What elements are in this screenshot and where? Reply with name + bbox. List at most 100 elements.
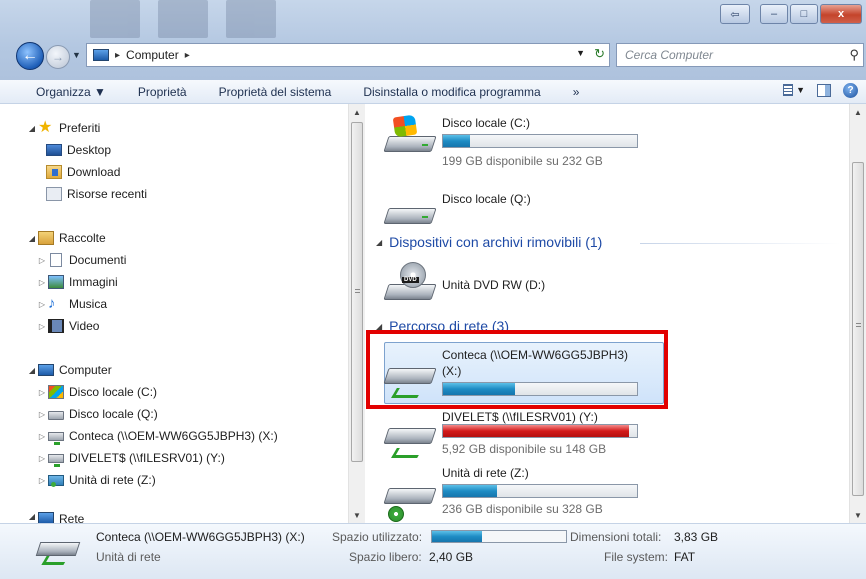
content-scrollbar[interactable]: ▲ ▼ <box>849 104 866 523</box>
download-folder-icon <box>46 165 62 179</box>
refresh-icon[interactable]: ↻ <box>594 46 605 62</box>
tree-item-desktop[interactable]: Desktop <box>46 140 111 160</box>
tree-item-drive-q[interactable]: ▷ Disco locale (Q:) <box>36 404 158 424</box>
music-icon: ♪ <box>48 295 56 312</box>
tree-label: Musica <box>69 297 108 311</box>
collapse-arrow-icon[interactable]: ◢ <box>26 366 38 375</box>
tree-label: Download <box>67 165 121 179</box>
used-space-label: Spazio utilizzato: <box>332 530 423 544</box>
recent-places-icon <box>46 187 62 201</box>
collapse-arrow-icon[interactable]: ◢ <box>26 124 38 133</box>
details-type: Unità di rete <box>96 550 161 564</box>
change-view-button[interactable]: ▼ <box>783 82 805 98</box>
collapse-arrow-icon[interactable]: ◢ <box>376 238 382 247</box>
scrollbar-thumb[interactable] <box>351 122 363 462</box>
close-button[interactable]: x <box>820 4 862 24</box>
minimize-button[interactable]: – <box>760 4 788 24</box>
breadcrumb-separator-icon[interactable]: ▸ <box>185 50 190 61</box>
search-input[interactable]: Cerca Computer ⚲ <box>616 43 864 67</box>
breadcrumb-computer[interactable]: Computer <box>126 48 179 62</box>
aux-window-button[interactable]: ⇦ <box>720 4 750 24</box>
preview-pane-icon[interactable] <box>817 83 831 97</box>
expand-arrow-icon[interactable]: ▷ <box>36 388 48 397</box>
system-properties-button[interactable]: Proprietà del sistema <box>203 85 348 99</box>
expand-arrow-icon[interactable]: ▷ <box>36 454 48 463</box>
tree-network[interactable]: ◢ Rete <box>26 512 84 523</box>
tree-label: DIVELET$ (\\fILESRV01) (Y:) <box>69 451 225 465</box>
tree-favorites[interactable]: ◢ ★ Preferiti <box>26 118 100 138</box>
navigation-pane: ◢ ★ Preferiti Desktop Download Risorse r… <box>0 104 365 523</box>
file-system-label: File system: <box>604 550 669 564</box>
tree-item-documents[interactable]: ▷ Documenti <box>36 250 126 270</box>
scrollbar-thumb[interactable] <box>852 162 864 496</box>
tree-item-music[interactable]: ▷ ♪ Musica <box>36 294 107 314</box>
total-size-value: 3,83 GB <box>674 530 719 544</box>
scroll-down-icon[interactable]: ▼ <box>349 507 365 523</box>
address-bar[interactable]: ▸ Computer ▸ ▼ ↻ <box>86 43 610 67</box>
scroll-up-icon[interactable]: ▲ <box>349 104 365 120</box>
usage-bar <box>442 484 638 498</box>
drive-name: Unità di rete (Z:) <box>442 466 529 480</box>
tree-item-recent[interactable]: Risorse recenti <box>46 184 147 204</box>
collapse-arrow-icon[interactable]: ◢ <box>26 512 38 521</box>
history-dropdown-icon[interactable]: ▼ <box>72 50 81 60</box>
expand-arrow-icon[interactable]: ▷ <box>36 432 48 441</box>
group-divider <box>640 243 840 244</box>
collapse-arrow-icon[interactable]: ◢ <box>26 234 38 243</box>
tree-item-pictures[interactable]: ▷ Immagini <box>36 272 118 292</box>
expand-arrow-icon[interactable]: ▷ <box>36 322 48 331</box>
usage-bar <box>442 424 638 438</box>
tree-label: Raccolte <box>59 231 106 245</box>
view-dropdown-icon[interactable]: ▼ <box>796 85 805 95</box>
tree-label: Rete <box>59 512 85 523</box>
expand-arrow-icon[interactable]: ▷ <box>36 476 48 485</box>
tree-item-drive-y[interactable]: ▷ DIVELET$ (\\fILESRV01) (Y:) <box>36 448 225 468</box>
organize-button[interactable]: Organizza ▼ <box>0 85 122 99</box>
tree-label: Preferiti <box>59 121 101 135</box>
address-dropdown-icon[interactable]: ▼ <box>576 48 585 58</box>
expand-arrow-icon[interactable]: ▷ <box>36 278 48 287</box>
pictures-icon <box>48 275 64 289</box>
network-location-icon <box>383 482 437 522</box>
tree-label: Risorse recenti <box>67 187 148 201</box>
documents-icon <box>50 253 62 267</box>
forward-button[interactable]: → <box>46 45 70 69</box>
scroll-up-icon[interactable]: ▲ <box>850 104 866 120</box>
uninstall-program-button[interactable]: Disinstalla o modifica programma <box>347 85 556 99</box>
drive-tile-c[interactable]: Disco locale (C:) 199 GB disponibile su … <box>366 110 656 170</box>
dvd-tile[interactable]: Unità DVD RW (D:) <box>366 258 656 318</box>
group-header-removable[interactable]: ◢ Dispositivi con archivi rimovibili (1) <box>376 234 602 250</box>
expand-arrow-icon[interactable]: ▷ <box>36 410 48 419</box>
help-icon[interactable]: ? <box>843 82 858 98</box>
tree-label: Computer <box>59 363 112 377</box>
network-tile-z[interactable]: Unità di rete (Z:) 236 GB disponibile su… <box>366 462 656 522</box>
search-icon[interactable]: ⚲ <box>849 47 859 63</box>
breadcrumb-separator-icon[interactable]: ▸ <box>115 50 120 61</box>
tree-item-download[interactable]: Download <box>46 162 120 182</box>
back-button[interactable]: ← <box>16 42 44 70</box>
tree-item-drive-x[interactable]: ▷ Conteca (\\OEM-WW6GG5JBPH3) (X:) <box>36 426 278 446</box>
maximize-button[interactable]: □ <box>790 4 818 24</box>
network-tile-y[interactable]: DIVELET$ (\\fILESRV01) (Y:) 5,92 GB disp… <box>366 402 656 462</box>
tree-item-drive-z[interactable]: ▷ Unità di rete (Z:) <box>36 470 156 490</box>
desktop-icon <box>46 144 62 156</box>
expand-arrow-icon[interactable]: ▷ <box>36 300 48 309</box>
drive-name: DIVELET$ (\\fILESRV01) (Y:) <box>442 410 598 424</box>
file-system-value: FAT <box>674 550 696 564</box>
hard-drive-icon <box>383 202 437 226</box>
tree-item-video[interactable]: ▷ Video <box>36 316 99 336</box>
computer-icon <box>38 364 54 376</box>
tree-computer[interactable]: ◢ Computer <box>26 360 112 380</box>
more-commands-button[interactable]: » <box>557 85 596 99</box>
navigation-scrollbar[interactable]: ▲ ▼ <box>348 104 365 523</box>
grip-icon <box>856 323 861 327</box>
tree-label: Desktop <box>67 143 112 157</box>
tree-libraries[interactable]: ◢ Raccolte <box>26 228 106 248</box>
scroll-down-icon[interactable]: ▼ <box>850 507 866 523</box>
tree-item-drive-c[interactable]: ▷ Disco locale (C:) <box>36 382 157 402</box>
tree-label: Disco locale (C:) <box>69 385 158 399</box>
expand-arrow-icon[interactable]: ▷ <box>36 256 48 265</box>
properties-button[interactable]: Proprietà <box>122 85 203 99</box>
back-arrow-icon: ← <box>22 47 38 64</box>
drive-tile-q[interactable]: Disco locale (Q:) <box>366 182 656 242</box>
